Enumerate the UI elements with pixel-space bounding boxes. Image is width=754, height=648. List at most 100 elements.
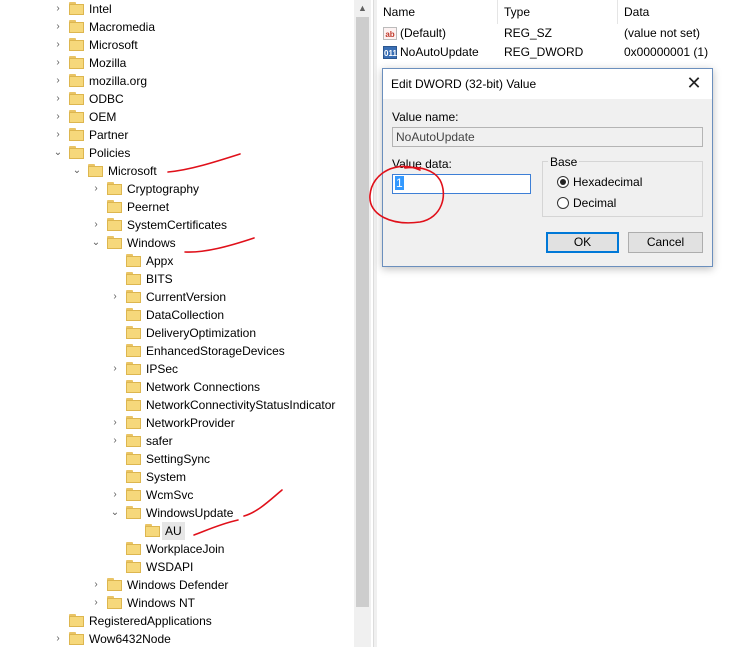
tree-scrollbar-thumb[interactable]	[356, 17, 369, 607]
tree-item[interactable]: › Windows Defender	[0, 576, 354, 594]
tree-item-label: AU	[162, 522, 185, 540]
tree-item[interactable]: SettingSync	[0, 450, 354, 468]
chevron-right-icon[interactable]: ›	[91, 594, 101, 612]
chevron-right-icon[interactable]: ›	[91, 216, 101, 234]
tree-item[interactable]: › Macromedia	[0, 18, 354, 36]
tree-item[interactable]: EnhancedStorageDevices	[0, 342, 354, 360]
folder-icon	[69, 38, 84, 51]
tree-item[interactable]: › Windows NT	[0, 594, 354, 612]
ok-button[interactable]: OK	[546, 232, 619, 253]
close-icon[interactable]: ✕	[684, 73, 704, 93]
value-row[interactable]: 011 NoAutoUpdate REG_DWORD 0x00000001 (1…	[377, 43, 754, 62]
chevron-right-icon[interactable]: ›	[110, 432, 120, 450]
dialog-title: Edit DWORD (32-bit) Value	[391, 77, 537, 91]
chevron-down-icon[interactable]: ⌄	[72, 162, 82, 180]
tree-item[interactable]: › mozilla.org	[0, 72, 354, 90]
folder-icon	[145, 524, 160, 537]
folder-icon	[107, 596, 122, 609]
tree-item[interactable]: › SystemCertificates	[0, 216, 354, 234]
tree-item[interactable]: ⌄ Policies	[0, 144, 354, 162]
chevron-right-icon[interactable]: ›	[110, 486, 120, 504]
tree-item[interactable]: › safer	[0, 432, 354, 450]
tree-item[interactable]: WorkplaceJoin	[0, 540, 354, 558]
tree-item[interactable]: › IPSec	[0, 360, 354, 378]
tree-item[interactable]: › ODBC	[0, 90, 354, 108]
folder-icon	[126, 398, 141, 411]
tree-item-label: Mozilla	[89, 56, 127, 70]
scroll-up-arrow-icon[interactable]: ▲	[354, 0, 371, 17]
folder-icon	[69, 20, 84, 33]
tree-item[interactable]: ⌄ Microsoft	[0, 162, 354, 180]
tree-item[interactable]: Appx	[0, 252, 354, 270]
folder-icon	[69, 92, 84, 105]
tree-item-label: WindowsUpdate	[146, 506, 234, 520]
tree-item-label: ODBC	[89, 92, 124, 106]
tree-item[interactable]: AU	[0, 522, 354, 540]
chevron-down-icon[interactable]: ⌄	[53, 144, 63, 162]
chevron-right-icon[interactable]: ›	[53, 126, 63, 144]
value-data: 0x00000001 (1)	[624, 45, 709, 59]
chevron-right-icon[interactable]: ›	[91, 576, 101, 594]
cancel-button[interactable]: Cancel	[628, 232, 703, 253]
folder-icon	[126, 308, 141, 321]
tree-item-label: Windows Defender	[127, 578, 229, 592]
chevron-right-icon[interactable]: ›	[110, 414, 120, 432]
dialog-titlebar[interactable]: Edit DWORD (32-bit) Value ✕	[383, 69, 712, 99]
chevron-right-icon[interactable]: ›	[53, 36, 63, 54]
tree-item[interactable]: System	[0, 468, 354, 486]
tree-item[interactable]: DataCollection	[0, 306, 354, 324]
chevron-right-icon[interactable]: ›	[110, 288, 120, 306]
chevron-right-icon[interactable]: ›	[91, 180, 101, 198]
column-header-data[interactable]: Data	[618, 0, 754, 24]
tree-item[interactable]: › Intel	[0, 0, 354, 18]
tree-item-label: DeliveryOptimization	[146, 326, 257, 340]
chevron-right-icon[interactable]: ›	[53, 630, 63, 648]
chevron-right-icon[interactable]: ›	[110, 360, 120, 378]
hexadecimal-radio[interactable]	[557, 176, 569, 188]
tree-item[interactable]: NetworkConnectivityStatusIndicator	[0, 396, 354, 414]
folder-icon	[69, 2, 84, 15]
tree-item-label: Microsoft	[108, 164, 157, 178]
tree-item[interactable]: DeliveryOptimization	[0, 324, 354, 342]
tree-item[interactable]: ⌄ WindowsUpdate	[0, 504, 354, 522]
tree-item[interactable]: WSDAPI	[0, 558, 354, 576]
tree-item[interactable]: ⌄ Windows	[0, 234, 354, 252]
value-data-input[interactable]: 1	[392, 174, 531, 194]
chevron-down-icon[interactable]: ⌄	[110, 504, 120, 522]
tree-item[interactable]: › Wow6432Node	[0, 630, 354, 648]
column-header-type[interactable]: Type	[498, 0, 614, 24]
chevron-down-icon[interactable]: ⌄	[91, 234, 101, 252]
tree-item-label: Windows	[127, 236, 176, 250]
decimal-radio[interactable]	[557, 197, 569, 209]
tree-item[interactable]: Network Connections	[0, 378, 354, 396]
tree-item[interactable]: › Microsoft	[0, 36, 354, 54]
decimal-radio-label[interactable]: Decimal	[573, 196, 616, 210]
hexadecimal-radio-label[interactable]: Hexadecimal	[573, 175, 642, 189]
folder-icon	[88, 164, 103, 177]
tree-item[interactable]: RegisteredApplications	[0, 612, 354, 630]
chevron-right-icon[interactable]: ›	[53, 108, 63, 126]
value-row[interactable]: ab (Default) REG_SZ (value not set)	[377, 24, 754, 43]
tree-item[interactable]: › NetworkProvider	[0, 414, 354, 432]
tree-item[interactable]: › CurrentVersion	[0, 288, 354, 306]
tree-item[interactable]: › WcmSvc	[0, 486, 354, 504]
chevron-right-icon[interactable]: ›	[53, 0, 63, 18]
tree-item-label: NetworkConnectivityStatusIndicator	[146, 398, 336, 412]
tree-item[interactable]: › Cryptography	[0, 180, 354, 198]
tree-item-label: EnhancedStorageDevices	[146, 344, 285, 358]
column-header-name[interactable]: Name	[377, 0, 498, 24]
tree-item[interactable]: Peernet	[0, 198, 354, 216]
chevron-right-icon[interactable]: ›	[53, 90, 63, 108]
tree-item-label: OEM	[89, 110, 117, 124]
tree-item[interactable]: › OEM	[0, 108, 354, 126]
folder-icon	[126, 362, 141, 375]
tree-item[interactable]: › Mozilla	[0, 54, 354, 72]
folder-icon	[126, 380, 141, 393]
tree-item[interactable]: BITS	[0, 270, 354, 288]
chevron-right-icon[interactable]: ›	[53, 18, 63, 36]
tree-item-label: Policies	[89, 146, 131, 160]
tree-item[interactable]: › Partner	[0, 126, 354, 144]
chevron-right-icon[interactable]: ›	[53, 72, 63, 90]
chevron-right-icon[interactable]: ›	[53, 54, 63, 72]
tree-item-label: Peernet	[127, 200, 170, 214]
